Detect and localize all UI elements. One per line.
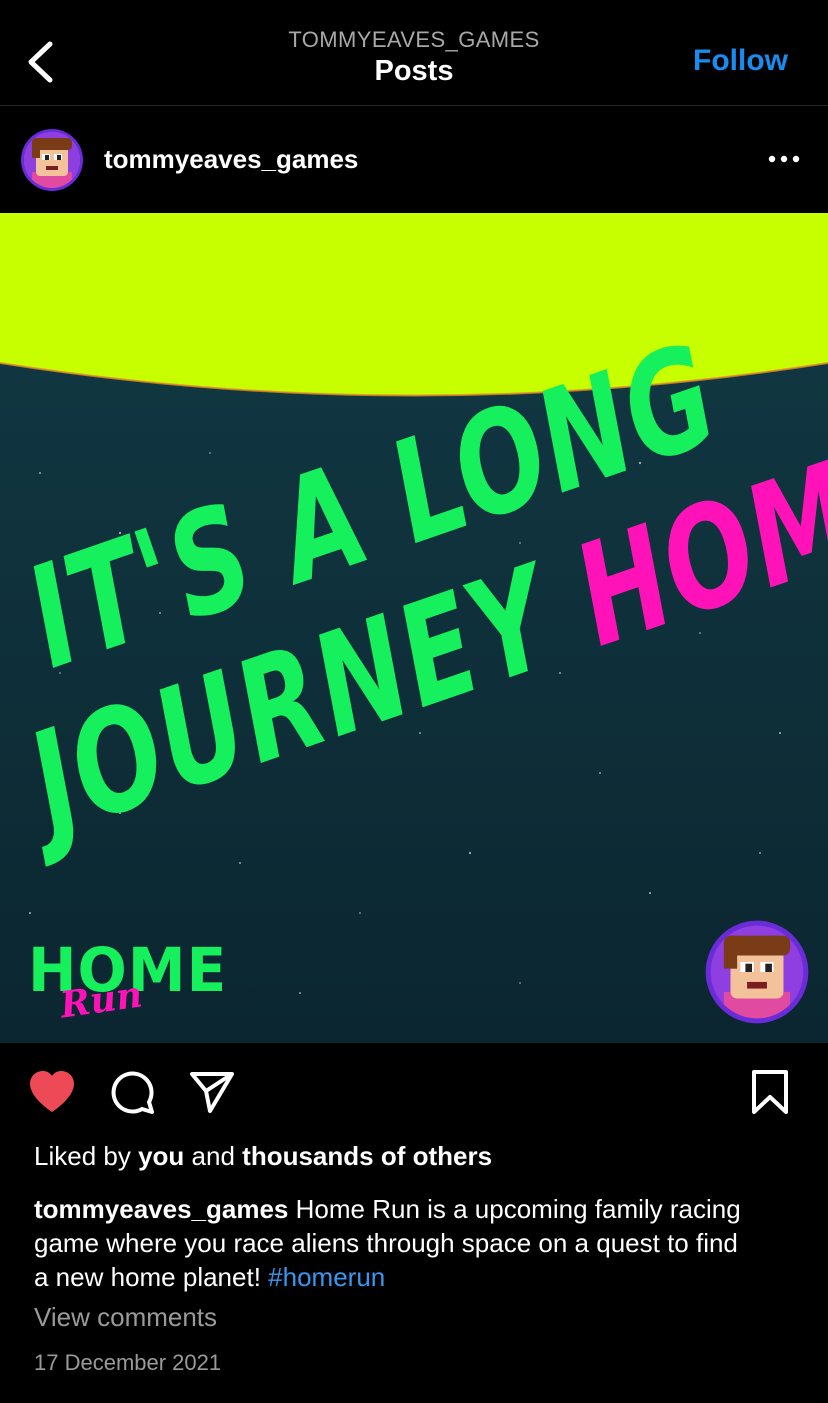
share-button[interactable] [187,1067,237,1117]
back-button[interactable] [18,36,62,88]
post-username[interactable]: tommyeaves_games [104,144,358,175]
ellipsis-icon [768,155,800,163]
heart-icon [30,1071,74,1112]
likes-and: and [191,1141,235,1171]
post-image[interactable]: IT'S A LONG JOURNEY HOME... HOME Run [0,213,828,1043]
bookmark-icon [752,1070,788,1114]
more-options-button[interactable] [764,144,804,174]
caption-username[interactable]: tommyeaves_games [34,1194,288,1224]
page-title: Posts [374,55,454,87]
comment-icon [111,1071,154,1114]
likes-others: thousands of others [242,1141,493,1171]
likes-you: you [138,1141,185,1171]
post-caption: tommyeaves_games Home Run is a upcoming … [34,1192,754,1294]
avatar[interactable] [20,128,84,192]
chevron-left-icon [28,41,53,83]
post-date: 17 December 2021 [34,1350,222,1375]
creator-avatar-badge [704,919,810,1025]
likes-prefix: Liked by [34,1141,131,1171]
account-name-header: TOMMYEAVES_GAMES [288,27,540,52]
view-comments-link[interactable]: View comments [34,1302,217,1333]
save-button[interactable] [745,1067,795,1117]
planet-horizon [0,213,828,396]
send-icon [190,1072,234,1113]
post-actions [0,1043,828,1139]
likes-summary[interactable]: Liked by you and thousands of others [34,1141,492,1172]
caption-hashtag[interactable]: #homerun [268,1262,385,1292]
comment-button[interactable] [107,1067,157,1117]
follow-button[interactable]: Follow [693,44,788,78]
top-bar: TOMMYEAVES_GAMES Posts Follow [0,0,828,106]
header-title-block: TOMMYEAVES_GAMES Posts [214,26,614,88]
like-button[interactable] [27,1067,77,1117]
post-header: tommyeaves_games [0,106,828,214]
